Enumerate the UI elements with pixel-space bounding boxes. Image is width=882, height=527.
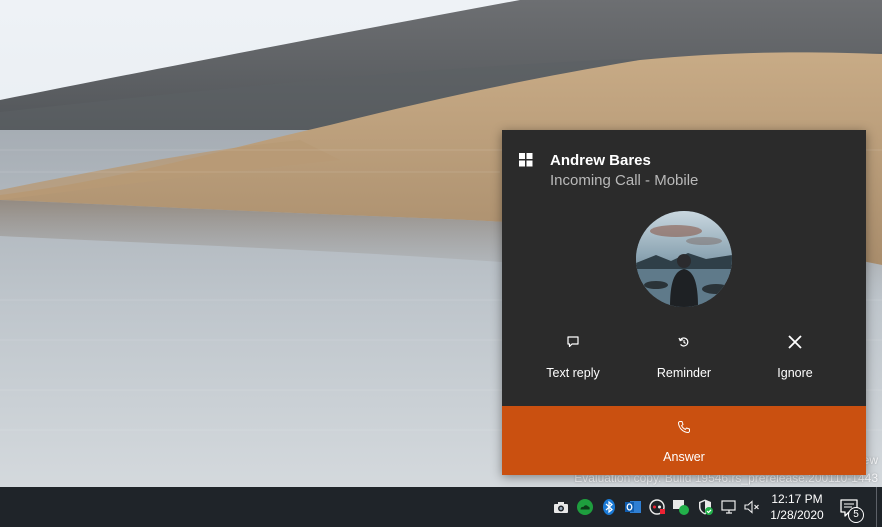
gamepad-icon[interactable] xyxy=(648,498,666,516)
call-subtitle: Incoming Call - Mobile xyxy=(550,172,699,189)
chat-bubble-icon xyxy=(567,336,579,348)
toast-header: Andrew Bares Incoming Call - Mobile xyxy=(502,130,866,200)
phone-icon xyxy=(678,421,690,433)
text-reply-button[interactable]: Text reply xyxy=(518,326,628,392)
camera-icon[interactable] xyxy=(552,498,570,516)
green-cloud-icon[interactable] xyxy=(576,498,594,516)
bluetooth-icon[interactable] xyxy=(600,498,618,516)
clock-date: 1/28/2020 xyxy=(770,508,824,522)
outlook-icon[interactable] xyxy=(624,498,642,516)
caller-avatar xyxy=(636,211,732,307)
text-reply-label: Text reply xyxy=(546,366,600,380)
close-icon xyxy=(788,335,802,349)
volume-muted-icon[interactable] xyxy=(743,498,761,516)
taskbar-clock[interactable]: 12:17 PM 1/28/2020 xyxy=(762,491,832,523)
answer-button[interactable]: Answer xyxy=(502,406,866,475)
ignore-label: Ignore xyxy=(777,366,813,380)
ignore-button[interactable]: Ignore xyxy=(740,326,850,392)
taskbar: 12:17 PM 1/28/2020 xyxy=(0,487,882,527)
answer-label: Answer xyxy=(663,450,705,464)
notification-count-badge: 5 xyxy=(848,507,864,523)
reminder-label: Reminder xyxy=(656,366,712,380)
reminder-icon xyxy=(678,337,689,347)
network-icon[interactable] xyxy=(720,498,738,516)
show-desktop-button[interactable] xyxy=(876,487,879,527)
security-shield-icon[interactable] xyxy=(696,498,714,516)
clock-time: 12:17 PM xyxy=(771,492,823,506)
chat-icon[interactable] xyxy=(672,498,690,516)
incoming-call-toast[interactable]: Andrew Bares Incoming Call - Mobile Text… xyxy=(502,130,866,475)
windows-app-icon xyxy=(519,153,533,167)
reminder-button[interactable]: Reminder xyxy=(629,326,739,392)
toast-actions: Text reply Reminder Ignore xyxy=(502,326,866,396)
caller-name: Andrew Bares xyxy=(550,152,651,169)
